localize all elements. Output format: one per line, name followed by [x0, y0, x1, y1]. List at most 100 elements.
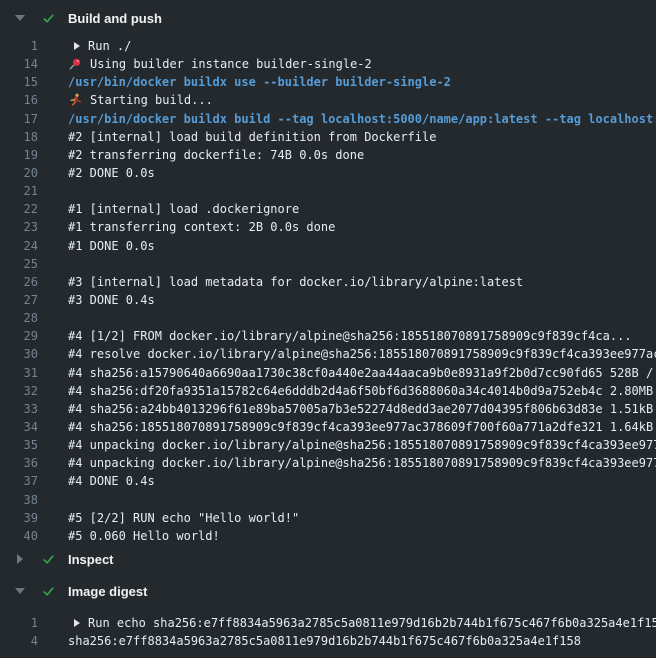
log-line-text: #4 sha256:a15790640a6690aa1730c38cf0a440…	[68, 366, 656, 380]
success-check-icon	[41, 552, 56, 567]
log-line-text: #2 transferring dockerfile: 74B 0.0s don…	[68, 148, 364, 162]
log-line-text: #5 [2/2] RUN echo "Hello world!"	[68, 511, 299, 525]
log-line: 31 #4 sha256:a15790640a6690aa1730c38cf0a4…	[0, 364, 656, 382]
log-line: 25	[0, 255, 656, 273]
log-line-text: #3 DONE 0.4s	[68, 293, 155, 307]
expand-group-arrow-icon[interactable]	[74, 619, 80, 627]
log-line: 27 #3 DONE 0.4s	[0, 291, 656, 309]
log-line: 26 #3 [internal] load metadata for docker…	[0, 273, 656, 291]
line-number[interactable]: 28	[0, 311, 38, 325]
log-line: 1 Run ./	[0, 37, 656, 55]
log-line: 34 #4 sha256:185518070891758909c9f839cf4c…	[0, 418, 656, 436]
log-line-text: /usr/bin/docker buildx use --builder bui…	[68, 75, 451, 89]
section-title-build-and-push: Build and push	[68, 11, 162, 26]
log-line: 37 #4 DONE 0.4s	[0, 472, 656, 490]
line-number[interactable]: 15	[0, 75, 38, 89]
log-line: 20 #2 DONE 0.0s	[0, 164, 656, 182]
line-number[interactable]: 31	[0, 366, 38, 380]
section-title-inspect: Inspect	[68, 552, 114, 567]
line-number[interactable]: 20	[0, 166, 38, 180]
line-number[interactable]: 25	[0, 257, 38, 271]
log-line-text[interactable]: Run ./	[88, 39, 131, 53]
log-line-text: #4 sha256:a24bb4013296f61e89ba57005a7b3e…	[68, 402, 656, 416]
line-number[interactable]: 16	[0, 93, 38, 107]
log-line: 38	[0, 491, 656, 509]
line-number[interactable]: 37	[0, 474, 38, 488]
log-line: 35 #4 unpacking docker.io/library/alpine@…	[0, 436, 656, 454]
section-title-image-digest: Image digest	[68, 584, 147, 599]
log-line: 32 #4 sha256:df20fa9351a15782c64e6dddb2d4…	[0, 382, 656, 400]
log-line-text: #2 DONE 0.0s	[68, 166, 155, 180]
log-line: 4 sha256:e7ff8834a5963a2785c5a0811e979d16…	[0, 632, 656, 650]
log-line-text: /usr/bin/docker buildx build --tag local…	[68, 112, 656, 126]
log-line: 17/usr/bin/docker buildx build --tag loc…	[0, 110, 656, 128]
line-number[interactable]: 1	[0, 39, 38, 53]
log-line: 15/usr/bin/docker buildx use --builder b…	[0, 73, 656, 91]
line-number[interactable]: 19	[0, 148, 38, 162]
log-line: 23 #1 transferring context: 2B 0.0s done	[0, 218, 656, 236]
log-line: 22#1 [internal] load .dockerignore	[0, 200, 656, 218]
log-lines-image-digest: 1 Run echo sha256:e7ff8834a5963a2785c5a08…	[0, 614, 656, 650]
log-line-text: #4 DONE 0.4s	[68, 474, 155, 488]
line-number[interactable]: 27	[0, 293, 38, 307]
log-line-text: #4 unpacking docker.io/library/alpine@sh…	[68, 456, 656, 470]
runner-icon	[68, 93, 82, 107]
line-number[interactable]: 23	[0, 220, 38, 234]
line-number[interactable]: 17	[0, 112, 38, 126]
log-line-text: #4 [1/2] FROM docker.io/library/alpine@s…	[68, 329, 632, 343]
log-line-text: #1 DONE 0.0s	[68, 239, 155, 253]
line-number[interactable]: 14	[0, 57, 38, 71]
log-line-text: #3 [internal] load metadata for docker.i…	[68, 275, 523, 289]
line-number[interactable]: 29	[0, 329, 38, 343]
log-line: 28	[0, 309, 656, 327]
log-line: 33 #4 sha256:a24bb4013296f61e89ba57005a7b…	[0, 400, 656, 418]
log-line-text: #4 sha256:df20fa9351a15782c64e6dddb2d4a6…	[68, 384, 656, 398]
line-number[interactable]: 32	[0, 384, 38, 398]
line-number[interactable]: 4	[0, 634, 38, 648]
line-number[interactable]: 21	[0, 184, 38, 198]
line-number[interactable]: 38	[0, 493, 38, 507]
log-line-text: #1 transferring context: 2B 0.0s done	[68, 220, 335, 234]
line-number[interactable]: 40	[0, 529, 38, 543]
log-line: 29 #4 [1/2] FROM docker.io/library/alpine…	[0, 327, 656, 345]
log-line-text: Starting build...	[90, 93, 213, 107]
log-lines-build-and-push: 1 Run ./ 14 Using builder instance builder-…	[0, 37, 656, 545]
line-number[interactable]: 39	[0, 511, 38, 525]
log-line: 40#5 0.060 Hello world!	[0, 527, 656, 545]
line-number[interactable]: 34	[0, 420, 38, 434]
success-check-icon	[41, 584, 56, 599]
log-line: 24 #1 DONE 0.0s	[0, 237, 656, 255]
success-check-icon	[41, 11, 56, 26]
workflow-log: Build and push 1Run ./14Using builder in…	[0, 0, 656, 658]
line-number[interactable]: 30	[0, 347, 38, 361]
line-number[interactable]: 18	[0, 130, 38, 144]
line-number[interactable]: 26	[0, 275, 38, 289]
log-line-text: Using builder instance builder-single-2	[90, 57, 372, 71]
pushpin-icon	[68, 57, 82, 71]
caret-down-icon[interactable]	[14, 588, 26, 594]
caret-right-icon[interactable]	[14, 554, 26, 564]
line-number[interactable]: 35	[0, 438, 38, 452]
log-line-text: #2 [internal] load build definition from…	[68, 130, 436, 144]
log-line-text[interactable]: Run echo sha256:e7ff8834a5963a2785c5a081…	[88, 616, 656, 630]
log-line: 16 Starting build...	[0, 91, 656, 109]
log-line: 14 Using builder instance builder-single-…	[0, 55, 656, 73]
log-line-text: #4 unpacking docker.io/library/alpine@sh…	[68, 438, 656, 452]
line-number[interactable]: 24	[0, 239, 38, 253]
line-number[interactable]: 36	[0, 456, 38, 470]
section-header-build-and-push[interactable]: Build and push	[14, 10, 162, 26]
line-number[interactable]: 22	[0, 202, 38, 216]
line-number[interactable]: 33	[0, 402, 38, 416]
log-line: 30 #4 resolve docker.io/library/alpine@sh…	[0, 345, 656, 363]
expand-group-arrow-icon[interactable]	[74, 42, 80, 50]
log-line: 21	[0, 182, 656, 200]
log-line: 19 #2 transferring dockerfile: 74B 0.0s d…	[0, 146, 656, 164]
section-header-image-digest[interactable]: Image digest	[14, 583, 147, 599]
section-header-inspect[interactable]: Inspect	[14, 551, 114, 567]
log-line-text: #4 sha256:185518070891758909c9f839cf4ca3…	[68, 420, 656, 434]
line-number[interactable]: 1	[0, 616, 38, 630]
caret-down-icon[interactable]	[14, 15, 26, 21]
log-line-text: #4 resolve docker.io/library/alpine@sha2…	[68, 347, 656, 361]
log-line-text: sha256:e7ff8834a5963a2785c5a0811e979d16b…	[68, 634, 581, 648]
log-line: 36 #4 unpacking docker.io/library/alpine@…	[0, 454, 656, 472]
